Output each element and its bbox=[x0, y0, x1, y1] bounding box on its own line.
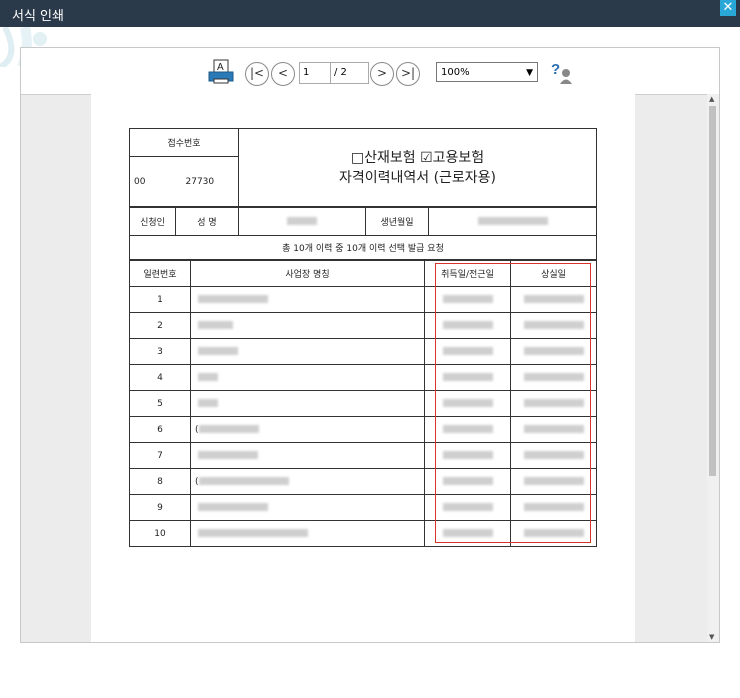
applicant-label: 신청인 bbox=[129, 207, 176, 236]
col-company-header: 사업장 명칭 bbox=[190, 260, 425, 287]
title-subtitle: 자격이력내역서 (근로자용) bbox=[338, 169, 497, 186]
row-no: 2 bbox=[129, 312, 191, 339]
checkbox-empty-icon: □ bbox=[350, 149, 365, 166]
current-page-input[interactable]: 1 bbox=[299, 62, 334, 84]
row-no: 5 bbox=[129, 390, 191, 417]
name-value bbox=[238, 207, 366, 236]
receipt-no-value: 00 27730 bbox=[129, 156, 239, 207]
row-no: 10 bbox=[129, 520, 191, 547]
highlight-box bbox=[435, 263, 591, 543]
svg-text:?: ? bbox=[551, 61, 560, 78]
total-pages: / 2 bbox=[330, 62, 369, 84]
scroll-up-icon[interactable]: ▲ bbox=[709, 95, 714, 103]
row-company: ( bbox=[190, 416, 425, 443]
row-company bbox=[190, 364, 425, 391]
close-button[interactable]: ✕ bbox=[720, 0, 736, 16]
zoom-select[interactable]: 100% ▼ bbox=[436, 62, 538, 82]
chevron-down-icon: ▼ bbox=[526, 68, 533, 78]
last-page-button[interactable]: >| bbox=[396, 62, 420, 86]
next-page-button[interactable]: > bbox=[370, 62, 394, 86]
row-company bbox=[190, 494, 425, 521]
window-title: 서식 인쇄 bbox=[12, 9, 64, 24]
row-no: 1 bbox=[129, 286, 191, 313]
col-no-header: 일련번호 bbox=[129, 260, 191, 287]
title-industrial-insurance: 산재보험 bbox=[364, 149, 416, 166]
row-company bbox=[190, 520, 425, 547]
svg-text:A: A bbox=[217, 62, 224, 73]
receipt-no-text: 00 27730 bbox=[134, 176, 215, 187]
row-no: 4 bbox=[129, 364, 191, 391]
checkbox-checked-icon: ☑ bbox=[420, 149, 433, 166]
vertical-scrollbar[interactable]: ▲ ▼ bbox=[707, 94, 719, 642]
row-company bbox=[190, 442, 425, 469]
summary-text: 총 10개 이력 중 10개 이력 선택 발급 요청 bbox=[129, 235, 597, 260]
birth-label: 생년월일 bbox=[365, 207, 429, 236]
window-titlebar: 서식 인쇄 ✕ bbox=[0, 0, 740, 27]
birth-value bbox=[428, 207, 597, 236]
row-company: ( bbox=[190, 468, 425, 495]
prev-page-button[interactable]: < bbox=[271, 62, 295, 86]
help-icon[interactable]: ? bbox=[551, 60, 575, 84]
scroll-down-icon[interactable]: ▼ bbox=[709, 633, 714, 641]
applicant-table: 신청인 성 명 생년월일 총 10개 이력 중 10개 이력 선택 발급 요청 bbox=[129, 207, 597, 260]
row-company bbox=[190, 312, 425, 339]
name-label: 성 명 bbox=[175, 207, 239, 236]
row-company bbox=[190, 390, 425, 417]
scrollbar-thumb[interactable] bbox=[709, 106, 716, 476]
document-page: 접수번호 □산재보험 ☑고용보험 자격이력내역서 (근로자용) 00 27730 bbox=[91, 94, 635, 642]
row-no: 9 bbox=[129, 494, 191, 521]
row-no: 7 bbox=[129, 442, 191, 469]
form-header-table: 접수번호 □산재보험 ☑고용보험 자격이력내역서 (근로자용) 00 27730 bbox=[129, 128, 597, 207]
row-company bbox=[190, 338, 425, 365]
row-no: 3 bbox=[129, 338, 191, 365]
row-no: 6 bbox=[129, 416, 191, 443]
zoom-value: 100% bbox=[441, 67, 470, 78]
form-title: □산재보험 ☑고용보험 자격이력내역서 (근로자용) bbox=[238, 128, 597, 207]
title-employment-insurance: 고용보험 bbox=[432, 149, 485, 166]
row-company bbox=[190, 286, 425, 313]
print-icon[interactable]: A bbox=[208, 59, 234, 85]
first-page-button[interactable]: |< bbox=[245, 62, 269, 86]
print-viewer: A |< < 1 / 2 > >| 100% ▼ ? 접수번호 □산재보험 ☑고… bbox=[20, 47, 720, 643]
viewer-toolbar: A |< < 1 / 2 > >| 100% ▼ ? bbox=[21, 48, 719, 95]
receipt-no-label: 접수번호 bbox=[129, 128, 239, 157]
row-no: 8 bbox=[129, 468, 191, 495]
